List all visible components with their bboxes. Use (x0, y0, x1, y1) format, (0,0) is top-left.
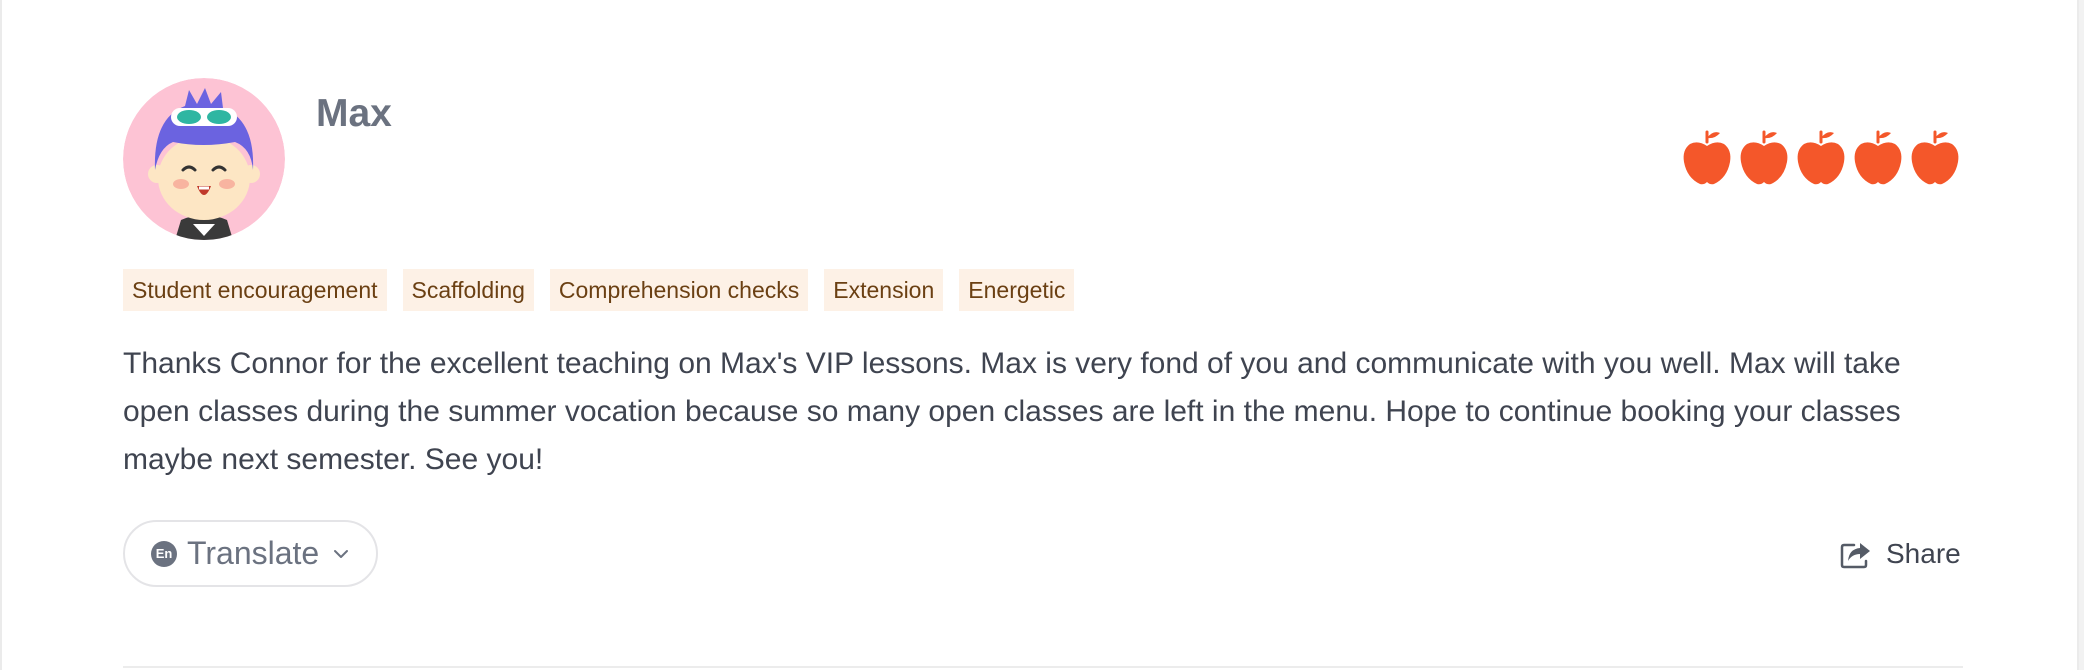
translate-button[interactable]: En Translate (123, 520, 378, 587)
rating-apples (1682, 128, 1960, 188)
share-button[interactable]: Share (1840, 532, 1961, 576)
tag-chip: Scaffolding (402, 269, 534, 311)
apple-icon (1740, 130, 1788, 185)
translate-label: Translate (187, 535, 320, 571)
share-icon (1840, 543, 1870, 569)
tag-list: Student encouragement Scaffolding Comprehe… (123, 269, 1075, 311)
reviewer-name: Max (316, 92, 392, 135)
chevron-down-icon (334, 549, 349, 558)
review-card: Max Student encouragement Scaffolding Comp… (0, 0, 2079, 670)
divider (123, 666, 1963, 668)
tag-chip: Comprehension checks (549, 269, 809, 311)
apple-icon (1797, 130, 1845, 185)
tag-chip: Extension (824, 269, 944, 311)
language-badge-icon: En (151, 540, 177, 567)
apple-icon (1854, 130, 1902, 185)
tag-chip: Energetic (959, 269, 1075, 311)
apple-icon (1911, 130, 1959, 185)
share-label: Share (1886, 538, 1961, 569)
apple-icon (1683, 130, 1731, 185)
avatar (123, 78, 285, 240)
review-comment: Thanks Connor for the excellent teaching… (123, 347, 1901, 476)
tag-chip: Student encouragement (123, 269, 387, 311)
